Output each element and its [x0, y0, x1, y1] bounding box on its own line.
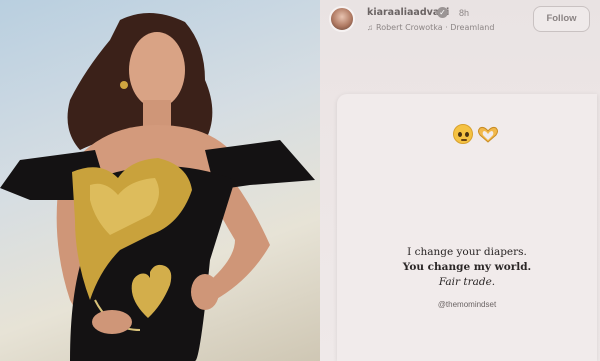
quote-card: I change your diapers. You change my wor… [337, 94, 597, 361]
follow-button[interactable]: Follow [533, 6, 590, 32]
quote-line-2: You change my world. [402, 261, 532, 273]
verified-badge-icon: ✓ [437, 7, 448, 18]
pleading-face-icon [453, 124, 473, 144]
photo-illustration [0, 12, 315, 361]
music-attribution[interactable]: Robert Crowotka · Dreamland [376, 23, 494, 32]
quote-line-3: Fair trade. [438, 276, 496, 288]
heart-hands-icon [478, 126, 498, 143]
story-header: kiaraaliaadvani ✓ 8h ♫ Robert Crowotka ·… [320, 0, 600, 40]
quote-line-1: I change your diapers. [407, 246, 527, 258]
source-handle[interactable]: @themomindset [337, 300, 597, 309]
avatar[interactable] [329, 6, 355, 32]
post-photo[interactable] [0, 0, 320, 361]
post-time: 8h [459, 8, 470, 18]
music-icon: ♫ [367, 23, 373, 32]
story-panel: kiaraaliaadvani ✓ 8h ♫ Robert Crowotka ·… [320, 0, 600, 361]
